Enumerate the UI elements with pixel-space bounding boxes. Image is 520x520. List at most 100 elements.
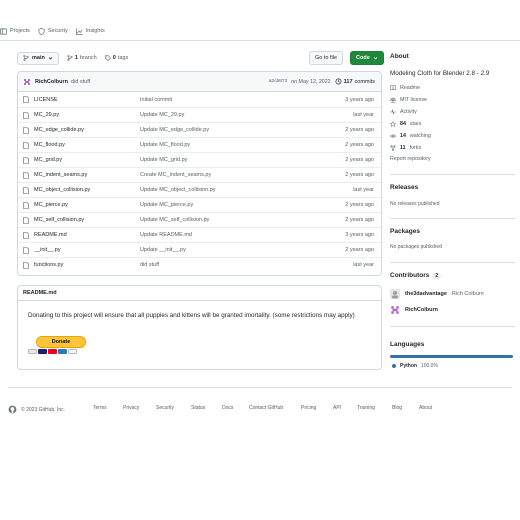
tab-insights[interactable]: Insights <box>75 27 105 35</box>
footer-link-security[interactable]: Security <box>156 405 174 411</box>
table-row[interactable]: MC_grid.py Update MC_grid.py 2 years ago <box>18 152 381 167</box>
about-title: About <box>390 53 409 60</box>
footer-link-training[interactable]: Training <box>357 405 375 411</box>
tab-projects-label: Projects <box>10 28 30 34</box>
copyright-text: © 2023 GitHub, Inc. <box>21 406 65 413</box>
branch-icon <box>23 55 29 61</box>
table-row[interactable]: __init__.py Update __init__.py 2 years ago <box>18 242 381 257</box>
file-name-link[interactable]: MC_object_collision.py <box>34 187 90 193</box>
activity-link[interactable]: Activity <box>390 109 417 115</box>
tab-projects[interactable]: Projects <box>0 28 30 35</box>
footer-link-api[interactable]: API <box>333 405 341 411</box>
table-row[interactable]: LICENSE Initial commit 3 years ago <box>18 92 381 107</box>
commit-message-link[interactable]: did stuff <box>71 79 90 85</box>
file-icon <box>23 186 29 194</box>
footer-link-about[interactable]: About <box>419 405 432 411</box>
file-name-link[interactable]: __init__.py <box>34 247 61 253</box>
tab-security[interactable]: Security <box>38 27 68 35</box>
file-icon <box>23 261 29 269</box>
contributors-title[interactable]: Contributors 2 <box>390 272 442 279</box>
stars-count: 84 <box>400 121 406 127</box>
file-name-link[interactable]: MC_flood.py <box>34 142 65 148</box>
tags-count: 0 <box>112 55 116 61</box>
footer-link-privacy[interactable]: Privacy <box>123 405 139 411</box>
file-icon <box>23 126 29 134</box>
contributor-item[interactable]: RichColburn <box>390 305 438 315</box>
file-commit-message-link[interactable]: Update MC_pierce.py <box>140 202 193 208</box>
sidebar-divider <box>390 218 515 219</box>
watchers-link[interactable]: 14 watching <box>390 133 431 139</box>
file-name-link[interactable]: LICENSE <box>34 97 58 103</box>
file-commit-message-link[interactable]: Update MC_self_collision.py <box>140 217 209 223</box>
commit-author-link[interactable]: RichColburn <box>35 79 68 85</box>
avatar[interactable] <box>23 77 31 86</box>
footer-link-docs[interactable]: Docs <box>222 405 233 411</box>
stars-link[interactable]: 84 stars <box>390 121 421 127</box>
file-age: last year <box>353 112 374 118</box>
file-commit-message-link[interactable]: Update MC_object_collision.py <box>140 187 216 193</box>
file-name-link[interactable]: MC_29.py <box>34 112 59 118</box>
table-row[interactable]: MC_object_collision.py Update MC_object_c… <box>18 182 381 197</box>
packages-title[interactable]: Packages <box>390 228 420 235</box>
activity-label: Activity <box>400 109 417 115</box>
file-commit-message-link[interactable]: Update MC_29.py <box>140 112 184 118</box>
file-commit-message-link[interactable]: did stuff <box>140 262 159 268</box>
file-commit-message-link[interactable]: Update MC_flood.py <box>140 142 190 148</box>
license-link[interactable]: MIT license <box>390 97 427 103</box>
packages-empty: No packages published <box>390 244 442 250</box>
file-icon <box>23 111 29 119</box>
table-row[interactable]: README.md Update README.md 3 years ago <box>18 227 381 242</box>
footer-link-status[interactable]: Status <box>191 405 205 411</box>
file-name-link[interactable]: MC_indent_seams.py <box>34 172 87 178</box>
report-repository-link[interactable]: Report repository <box>390 156 431 162</box>
donate-button[interactable]: Donate <box>36 336 86 348</box>
file-commit-message-link[interactable]: Update MC_grid.py <box>140 157 187 163</box>
file-icon <box>23 171 29 179</box>
contributors-count: 2 <box>432 273 442 279</box>
table-row[interactable]: functions.py did stuff last year <box>18 257 381 272</box>
table-row[interactable]: MC_edge_collide.py Update MC_edge_collide… <box>18 122 381 137</box>
file-name-link[interactable]: functions.py <box>34 262 63 268</box>
file-list: LICENSE Initial commit 3 years ago MC_29.py… <box>18 92 381 272</box>
file-age: last year <box>353 187 374 193</box>
footer-link-contact[interactable]: Contact GitHub <box>249 405 283 411</box>
chevron-down-icon <box>48 56 53 60</box>
file-commit-message-link[interactable]: Update README.md <box>140 232 192 238</box>
file-name-link[interactable]: README.md <box>34 232 67 238</box>
file-commit-message-link[interactable]: Update __init__.py <box>140 247 186 253</box>
table-row[interactable]: MC_flood.py Update MC_flood.py 2 years ago <box>18 137 381 152</box>
forks-link[interactable]: 11 forks <box>390 145 421 151</box>
go-to-file-button[interactable]: Go to file <box>309 51 344 65</box>
releases-title[interactable]: Releases <box>390 184 418 191</box>
file-commit-message-link[interactable]: Initial commit <box>140 97 172 103</box>
commits-history-link[interactable]: 117 commits <box>335 78 375 85</box>
readme-link[interactable]: Readme <box>390 85 420 91</box>
file-commit-message-link[interactable]: Create MC_indent_seams.py <box>140 172 211 178</box>
table-row[interactable]: MC_pierce.py Update MC_pierce.py 2 years a… <box>18 197 381 212</box>
table-row[interactable]: MC_self_collision.py Update MC_self_colli… <box>18 212 381 227</box>
table-row[interactable]: MC_indent_seams.py Create MC_indent_seams… <box>18 167 381 182</box>
tab-security-label: Security <box>47 28 68 34</box>
file-name-link[interactable]: MC_pierce.py <box>34 202 68 208</box>
file-icon <box>23 96 29 103</box>
code-button[interactable]: Code <box>350 51 384 65</box>
readme-title[interactable]: README.md <box>18 286 381 301</box>
branch-toolbar: main 1 branch 0 tags Go to file Code <box>17 51 384 65</box>
file-name-link[interactable]: MC_self_collision.py <box>34 217 84 223</box>
file-commit-message-link[interactable]: Update MC_edge_collide.py <box>140 127 209 133</box>
footer-link-pricing[interactable]: Pricing <box>301 405 316 411</box>
branches-link[interactable]: 1 branch <box>67 55 97 61</box>
language-item[interactable]: Python 100.0% <box>392 363 438 369</box>
commit-hash-link[interactable]: a2cb873 <box>269 79 287 84</box>
footer-link-blog[interactable]: Blog <box>392 405 402 411</box>
github-logo-icon[interactable] <box>8 405 17 414</box>
tags-link[interactable]: 0 tags <box>104 55 128 61</box>
branch-name: main <box>32 55 45 61</box>
file-name-link[interactable]: MC_edge_collide.py <box>34 127 84 133</box>
branch-select-button[interactable]: main <box>17 51 59 65</box>
table-row[interactable]: MC_29.py Update MC_29.py last year <box>18 107 381 122</box>
file-name-link[interactable]: MC_grid.py <box>34 157 62 163</box>
contributor-item[interactable]: the3dadvantage Rich Colburn <box>390 289 484 299</box>
footer: © 2023 GitHub, Inc. Terms Privacy Securi… <box>8 405 513 415</box>
footer-link-terms[interactable]: Terms <box>93 405 107 411</box>
